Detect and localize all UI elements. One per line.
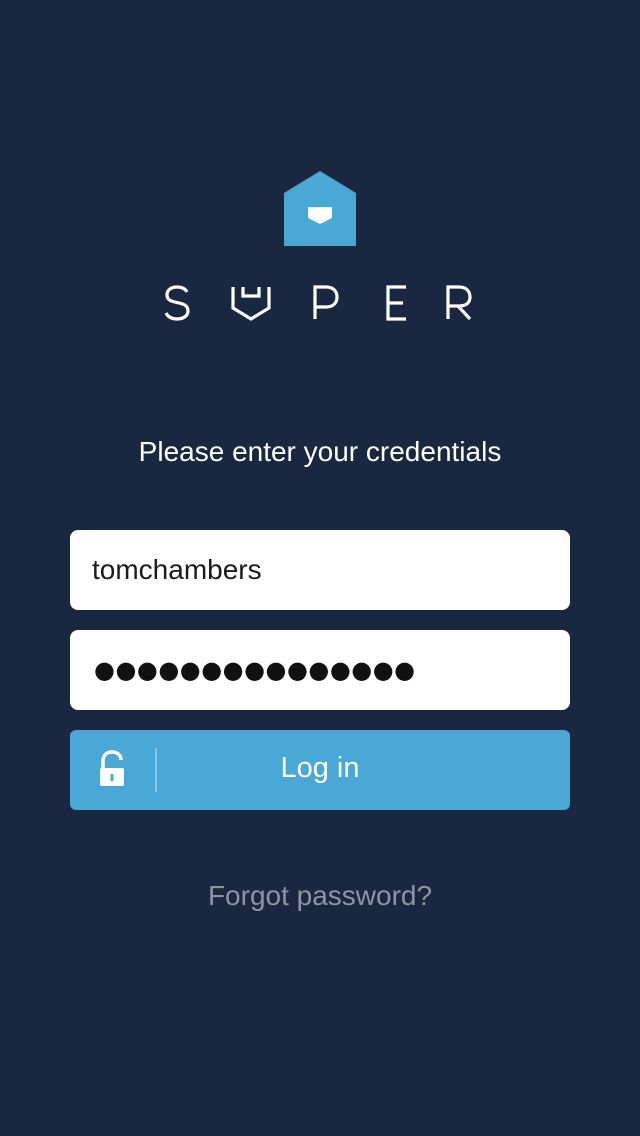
- login-button[interactable]: Log in: [70, 730, 570, 810]
- login-button-label: Log in: [280, 752, 360, 784]
- password-input[interactable]: ●●●●●●●●●●●●●●●: [94, 630, 416, 710]
- credentials-prompt: Please enter your credentials: [138, 436, 502, 467]
- house-logo-icon: [284, 171, 356, 246]
- username-field-container: [70, 530, 570, 610]
- brand-wordmark: [160, 282, 480, 324]
- username-input[interactable]: [70, 530, 570, 610]
- password-field-container[interactable]: ●●●●●●●●●●●●●●●: [70, 630, 570, 710]
- forgot-password-link[interactable]: Forgot password?: [0, 877, 640, 915]
- login-screen: Please enter your credentials ●●●●●●●●●●…: [0, 0, 640, 1136]
